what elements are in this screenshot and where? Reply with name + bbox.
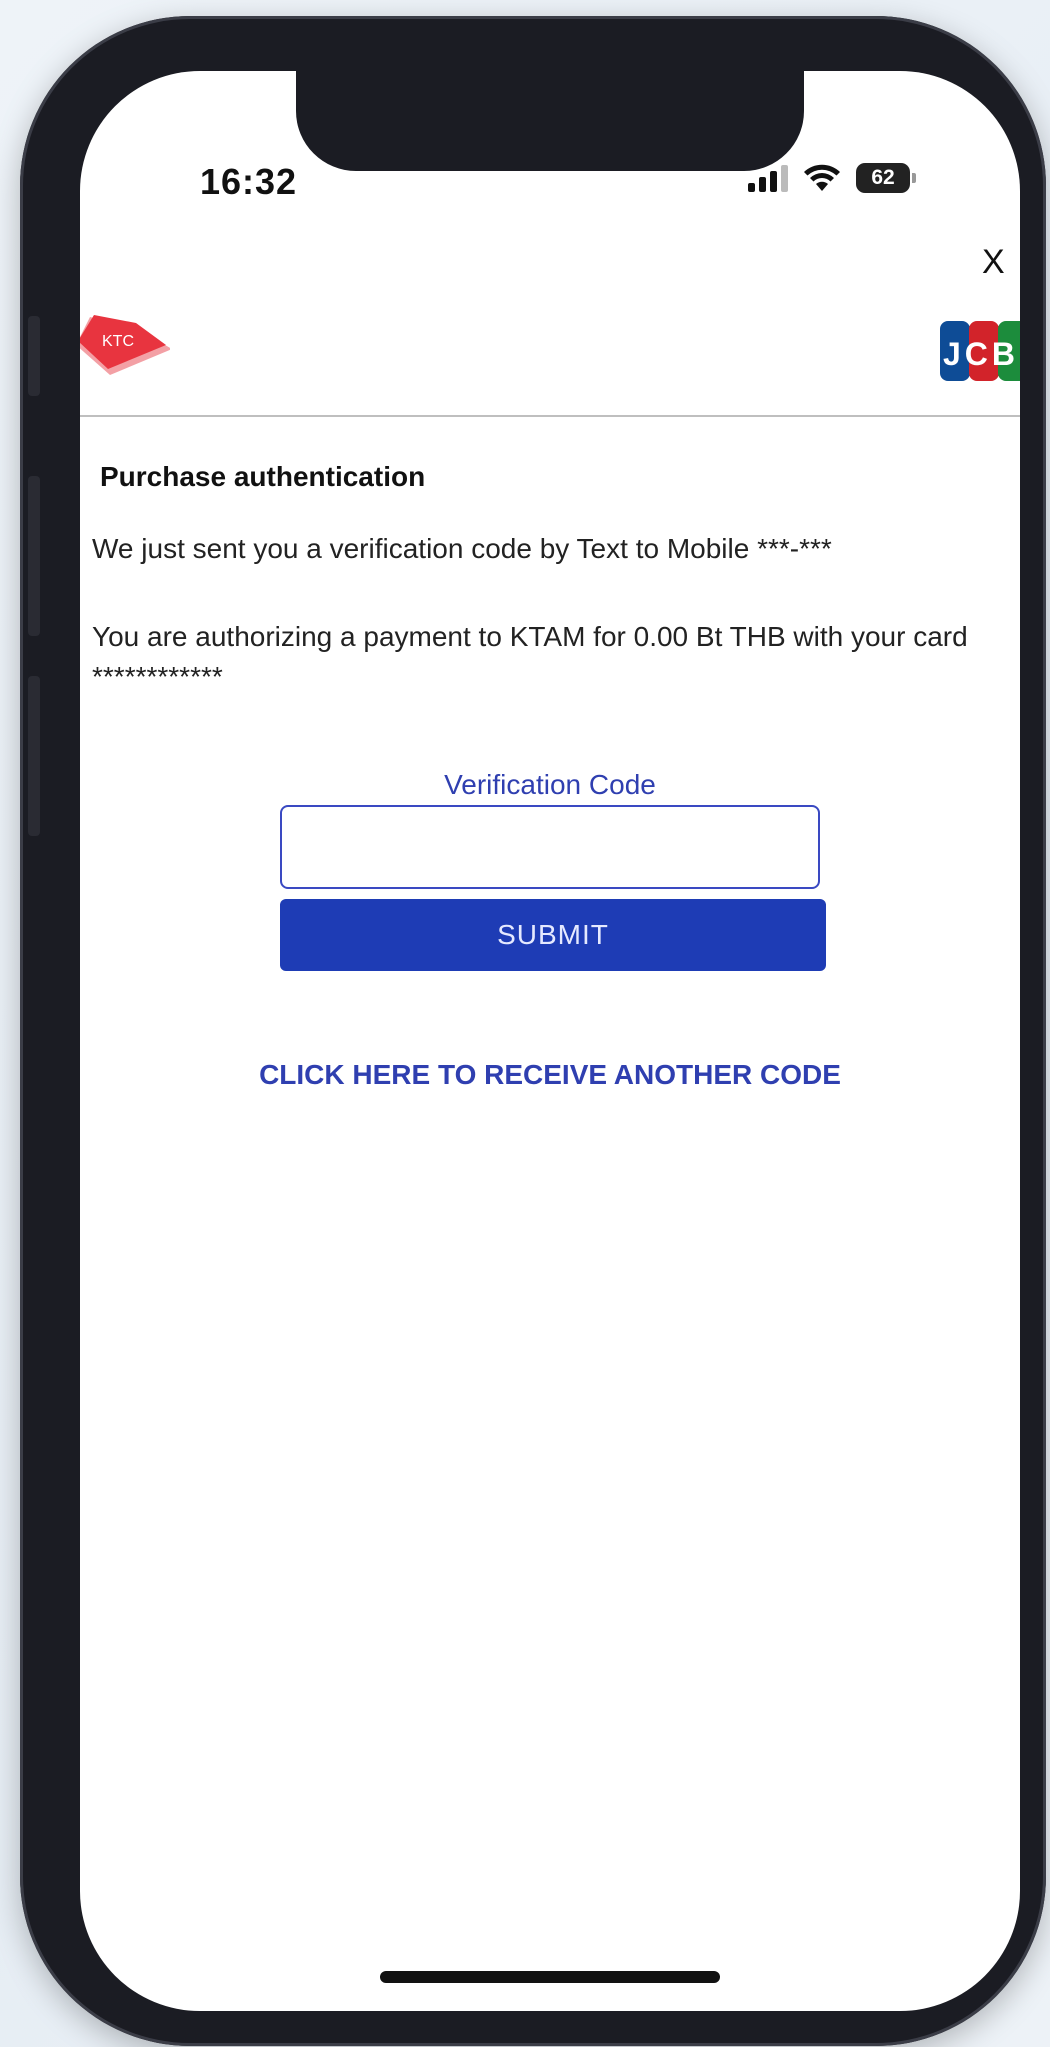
action-button: [28, 316, 40, 396]
dynamic-island: [296, 71, 804, 171]
wifi-icon: [804, 164, 840, 191]
jcb-logo-text: JCB: [943, 336, 1019, 372]
status-icons: 62: [748, 163, 916, 193]
battery-icon: 62: [856, 163, 916, 193]
battery-level: 62: [871, 166, 895, 189]
page-title: Purchase authentication: [100, 461, 426, 492]
verification-code-input[interactable]: [280, 805, 820, 889]
status-time: 16:32: [200, 161, 298, 202]
phone-frame: 16:32 62 X KTC JCB Purchase authenticati…: [20, 16, 1046, 2046]
payment-authorize-message: You are authorizing a payment to KTAM fo…: [92, 621, 968, 692]
verification-code-label: Verification Code: [444, 769, 656, 800]
close-button[interactable]: X: [982, 243, 1005, 282]
submit-button[interactable]: SUBMIT: [280, 899, 826, 971]
cellular-signal-icon: [748, 164, 788, 192]
ktc-logo: KTC: [80, 315, 170, 375]
header-divider: [80, 415, 1020, 417]
volume-down-button: [28, 676, 40, 836]
volume-up-button: [28, 476, 40, 636]
code-sent-message: We just sent you a verification code by …: [92, 533, 832, 564]
screen: 16:32 62 X KTC JCB Purchase authenticati…: [80, 71, 1020, 2011]
jcb-logo: JCB: [940, 321, 1020, 381]
resend-code-link[interactable]: CLICK HERE TO RECEIVE ANOTHER CODE: [80, 1059, 1020, 1091]
home-indicator: [380, 1971, 720, 1983]
ktc-logo-text: KTC: [102, 333, 134, 350]
